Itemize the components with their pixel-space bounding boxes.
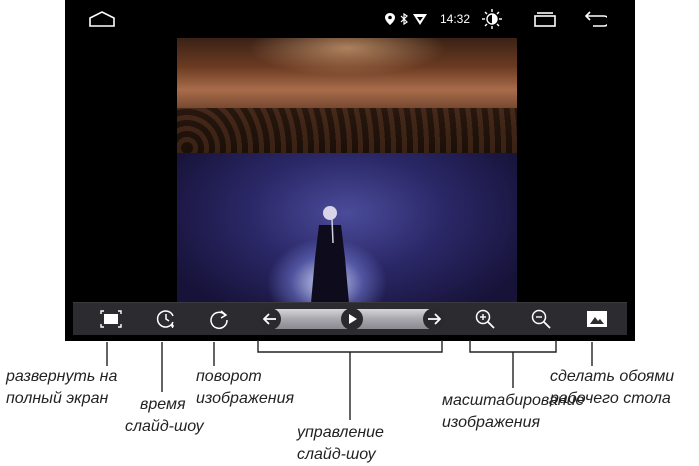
annotation-slideshow-time: время слайд-шоу — [125, 396, 204, 435]
annotation-slideshow-control: управление слайд-шоу — [297, 424, 384, 463]
annotation-rotate: поворот изображения — [196, 368, 295, 407]
annotation-set-wallpaper: сделать обоями рабочего стола — [550, 368, 675, 407]
annotation-fullscreen: развернуть на полный экран — [6, 368, 118, 407]
